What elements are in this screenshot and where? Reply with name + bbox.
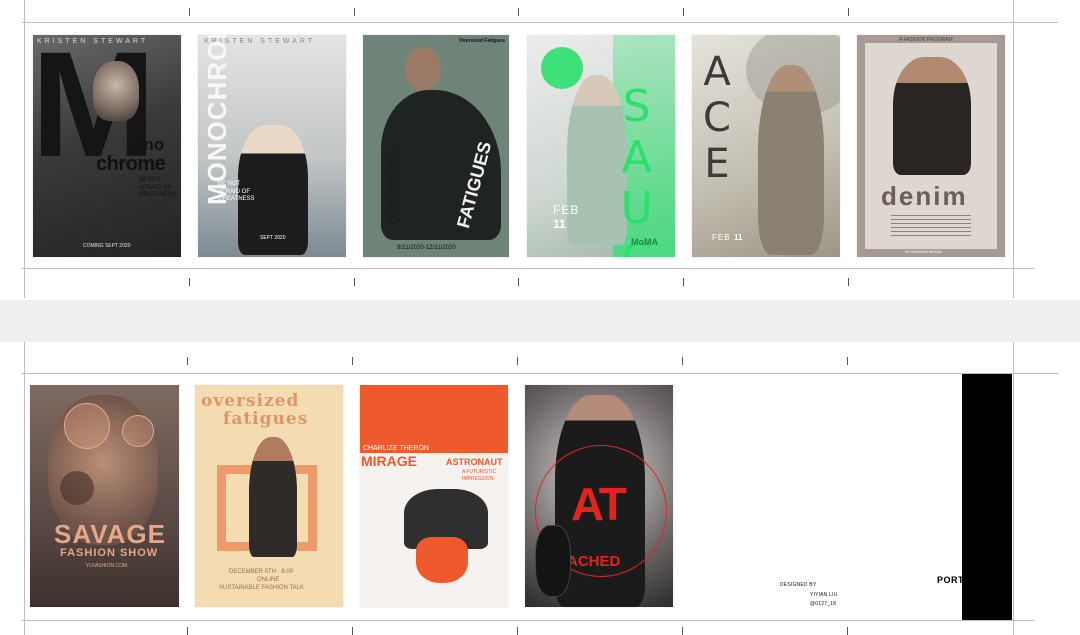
portrait-silhouette: [758, 65, 824, 255]
tick: [518, 8, 519, 16]
poster-corner-text: Oversized Fatigues: [459, 38, 505, 44]
tick: [187, 627, 188, 635]
poster-title-a: OVERSIZED: [387, 146, 401, 225]
poster-sauce[interactable]: SAUCE FEB 11 MoMA: [527, 35, 675, 257]
top-rule-upper: [22, 22, 1058, 23]
tick: [682, 357, 683, 365]
poster-sub: A FUTURISTIC IMPRESSION: [462, 469, 497, 482]
designer-handle: @0127_18: [810, 601, 837, 607]
poster-footer: COMING SEPT 2020: [83, 243, 131, 249]
tick: [187, 357, 188, 365]
top-rule-left: [24, 0, 25, 298]
poster-day: 11: [553, 217, 566, 231]
poster-site: YLFASHION.COM: [86, 563, 128, 569]
poster-header: A FASHION PROGRAM: [899, 37, 953, 43]
top-rule-lower: [22, 268, 1034, 269]
poster-savage[interactable]: SAVAGE FASHION SHOW YLFASHION.COM: [30, 385, 179, 607]
tick: [189, 8, 190, 16]
bubble: [122, 415, 154, 447]
poster-title: ACE: [694, 49, 740, 187]
poster-title-b: ACHED: [567, 553, 621, 570]
poster-title: SAVAGE: [54, 519, 166, 549]
poster-title: denim: [881, 181, 968, 211]
poster-line2: ONLINE: [257, 577, 280, 583]
poster-day: 11: [734, 233, 743, 242]
poster-monochrome-1[interactable]: KRISTEN STEWART M ono chrome BE NOT AFRA…: [33, 35, 181, 257]
tick: [683, 278, 684, 286]
orange-header-band: [360, 385, 508, 453]
poster-oversized-fatigues-2[interactable]: oversized fatigues DECEMBER 5TH · 8:00 O…: [195, 385, 343, 607]
top-rule-right: [1013, 0, 1014, 298]
bottom-rule-upper: [22, 373, 1058, 374]
designer-name: YIYIAN LIU: [810, 592, 838, 598]
tick: [848, 278, 849, 286]
bottom-rule-right: [1013, 342, 1014, 635]
poster-title-b: chrome: [96, 153, 166, 175]
poster-mirage[interactable]: CHARLIZE THERON MIRAGE ASTRONAUT A FUTUR…: [360, 385, 508, 607]
poster-month: FEB: [553, 203, 580, 217]
poster-title-b: ASTRONAUT: [446, 457, 503, 467]
poster-tagline: BE NOT AFRAID OF GREATNESS: [139, 177, 176, 198]
poster-line3: SUSTAINABLE FASHION TALK: [219, 585, 305, 591]
bottom-rule-left: [24, 342, 25, 635]
tick: [682, 627, 683, 635]
poster-dates: 9/21/2020-12/31/2020: [397, 245, 456, 251]
black-side-block: [962, 374, 1012, 620]
poster-body-lines: [891, 215, 971, 237]
poster-oversized-fatigues-1[interactable]: Oversized Fatigues OVERSIZED FATIGUES 9/…: [363, 35, 509, 257]
poster-month: FEB: [712, 233, 731, 242]
tick: [847, 627, 848, 635]
poster-footer: IN FASHION MEDIA: [905, 249, 942, 254]
poster-footer: SEPT 2020: [260, 235, 286, 241]
page-gap: [0, 300, 1080, 342]
poster-tagline: BE NOT AFRAID OF GREATNESS: [218, 181, 255, 202]
tick: [517, 627, 518, 635]
portrait-silhouette: [893, 57, 971, 175]
poster-title-a: ono: [133, 135, 165, 154]
tick: [848, 8, 849, 16]
poster-actor: CHARLIZE THERON: [363, 445, 429, 452]
bubble: [60, 471, 94, 505]
poster-denim[interactable]: A FASHION PROGRAM denim IN FASHION MEDIA: [857, 35, 1005, 257]
poster-title-a: oversized: [201, 391, 300, 411]
poster-ace[interactable]: ACE FEB 11: [692, 35, 840, 257]
tick: [352, 627, 353, 635]
poster-subtitle: FASHION SHOW: [60, 547, 159, 559]
tick: [517, 357, 518, 365]
figure-silhouette: [249, 437, 297, 557]
green-circle: [541, 47, 583, 89]
tick: [847, 357, 848, 365]
poster-title: MONOCHROME: [202, 35, 232, 205]
designed-by-label: DESIGNED BY: [780, 582, 817, 588]
tick: [352, 357, 353, 365]
tick: [189, 278, 190, 286]
tick: [518, 278, 519, 286]
poster-sponsor: MoMA: [631, 237, 658, 247]
poster-title-b: fatigues: [223, 409, 309, 429]
poster-title: SAUCE: [611, 81, 663, 257]
bubble: [64, 403, 110, 449]
poster-title: MIRAGE: [361, 453, 417, 469]
poster-title-a: AT: [571, 478, 627, 530]
figure-head: [405, 47, 441, 91]
figure-skirt: [416, 537, 468, 583]
poster-attached[interactable]: AT ACHED: [525, 385, 673, 607]
tick: [354, 278, 355, 286]
poster-line1: DECEMBER 5TH · 8:00: [229, 569, 294, 575]
guitar-shape: [535, 525, 571, 597]
portrait-silhouette: [93, 61, 139, 121]
tick: [354, 8, 355, 16]
poster-monochrome-2[interactable]: KRISTEN STEWART MONOCHROME BE NOT AFRAID…: [198, 35, 346, 257]
bottom-rule-lower: [22, 620, 1034, 621]
tick: [683, 8, 684, 16]
